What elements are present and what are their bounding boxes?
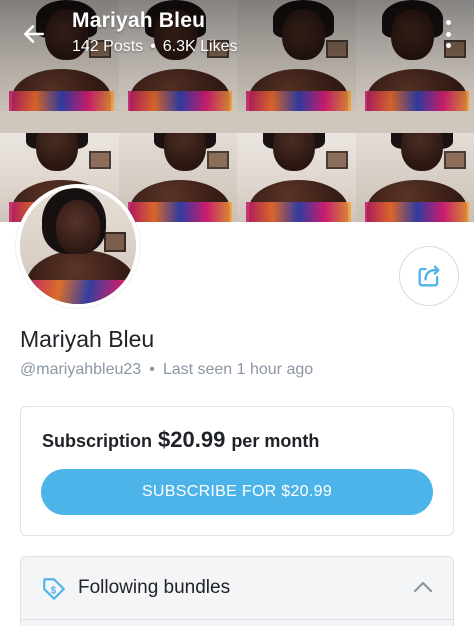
last-seen-status: Last seen 1 hour ago [162,361,314,378]
chevron-up-icon[interactable] [413,579,433,593]
cover-divider [0,111,474,133]
subscription-card: Subscription $20.99 per month SUBSCRIBE … [20,406,454,536]
more-options-button[interactable] [440,20,456,48]
avatar[interactable] [16,184,140,308]
subscribe-button[interactable]: SUBSCRIBE FOR $20.99 [41,469,433,515]
bundles-divider [21,619,453,620]
subscription-period: per month [231,431,320,451]
arrow-left-icon [24,25,44,43]
profile-page: Mariyah Bleu 142 Posts • 6.3K Likes Mari… [0,0,474,642]
subscription-price-line: Subscription $20.99 per month [42,427,319,453]
back-button[interactable] [16,16,52,52]
profile-name: Mariyah Bleu [20,326,155,352]
header-title: Mariyah Bleu [72,9,206,32]
header-stats: 142 Posts • 6.3K Likes [72,38,237,56]
tag-dollar-icon: $ [43,578,65,600]
more-vertical-icon [445,20,451,25]
posts-count: 142 Posts [72,38,144,55]
likes-count: 6.3K Likes [162,38,238,55]
subscription-price: $20.99 [158,427,226,452]
svg-text:$: $ [51,585,57,596]
share-button[interactable] [399,246,459,306]
profile-meta: @mariyahbleu23 • Last seen 1 hour ago [20,361,313,379]
share-icon [418,265,440,287]
subscription-label: Subscription [42,431,153,451]
bundles-title: Following bundles [78,577,231,598]
stats-separator: • [150,38,156,55]
meta-separator: • [149,361,155,378]
profile-handle: @mariyahbleu23 [20,361,142,378]
following-bundles-accordion[interactable]: $ Following bundles [20,556,454,626]
